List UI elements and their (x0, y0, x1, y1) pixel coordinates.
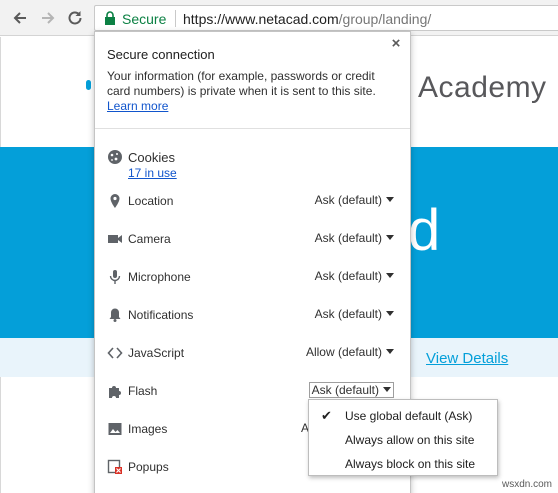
bubble-title: Secure connection (107, 47, 215, 62)
permission-value: Ask (default) (314, 193, 382, 207)
chevron-down-icon (386, 349, 394, 355)
permission-select-notifications[interactable]: Ask (default) (315, 307, 394, 321)
permission-label: JavaScript (128, 346, 185, 360)
view-details-link[interactable]: View Details (426, 350, 508, 367)
permission-label: Flash (128, 384, 158, 398)
reload-icon[interactable] (65, 8, 85, 28)
chevron-down-icon (386, 235, 394, 241)
permission-row-notifications: Notifications Ask (default) (95, 304, 410, 328)
url-path: /group/landing/ (338, 11, 432, 27)
permission-select-location[interactable]: Ask (default) (315, 193, 394, 207)
permission-label: Microphone (128, 270, 191, 284)
camera-icon (107, 231, 123, 247)
url-domain: https://www.netacad.com (183, 11, 339, 27)
cookie-icon (107, 149, 123, 165)
location-pin-icon (107, 193, 123, 209)
secure-label[interactable]: Secure (122, 11, 166, 27)
url-text[interactable]: https://www.netacad.com/group/landing/ (183, 11, 431, 27)
microphone-icon (107, 269, 123, 285)
permission-select-camera[interactable]: Ask (default) (315, 231, 394, 245)
close-icon[interactable]: × (388, 36, 404, 52)
description-text: Your information (for example, passwords… (107, 69, 376, 98)
permission-value: Ask (default) (314, 231, 382, 245)
back-arrow-icon[interactable] (10, 8, 30, 28)
bubble-description: Your information (for example, passwords… (107, 69, 397, 114)
flash-permission-dropdown: ✔ Use global default (Ask) Always allow … (308, 399, 498, 476)
cookies-in-use-link[interactable]: 17 in use (128, 166, 177, 180)
permission-row-location: Location Ask (default) (95, 190, 410, 214)
permission-row-microphone: Microphone Ask (default) (95, 266, 410, 290)
permission-value: Allow (default) (305, 345, 382, 359)
dropdown-option-label: Always allow on this site (345, 433, 475, 447)
bell-icon (107, 307, 123, 323)
logo-mark (86, 80, 91, 90)
chevron-down-icon (386, 311, 394, 317)
watermark: wsxdn.com (501, 479, 552, 490)
image-icon (107, 421, 123, 437)
permission-value: Ask (default) (314, 307, 382, 321)
chevron-down-icon (386, 273, 394, 279)
code-brackets-icon (107, 345, 123, 361)
permission-value: Ask (default) (314, 269, 382, 283)
permission-select-flash[interactable]: Ask (default) (308, 382, 394, 398)
learn-more-link[interactable]: Learn more (107, 99, 168, 114)
chevron-down-icon (383, 387, 391, 393)
dropdown-option-label: Always block on this site (345, 457, 476, 471)
site-logo-text: Academy (418, 71, 547, 104)
cookies-row: Cookies 17 in use (95, 146, 410, 186)
dropdown-option-always-block[interactable]: Always block on this site (309, 452, 497, 476)
forward-arrow-icon[interactable] (38, 8, 58, 28)
permission-select-microphone[interactable]: Ask (default) (315, 269, 394, 283)
divider (95, 128, 410, 129)
popup-blocked-icon (107, 459, 123, 475)
dropdown-option-always-allow[interactable]: Always allow on this site (309, 428, 497, 452)
permission-label: Popups (128, 460, 169, 474)
checkmark-icon: ✔ (321, 408, 332, 423)
permission-select-javascript[interactable]: Allow (default) (306, 345, 394, 359)
permission-value: Ask (default) (311, 383, 379, 397)
dropdown-option-label: Use global default (Ask) (345, 409, 473, 423)
chevron-down-icon (386, 197, 394, 203)
permission-label: Camera (128, 232, 171, 246)
permission-label: Images (128, 422, 168, 436)
cookies-label: Cookies (128, 150, 175, 165)
puzzle-piece-icon (107, 383, 123, 399)
lock-icon[interactable] (103, 11, 117, 31)
permission-label: Notifications (128, 308, 194, 322)
hero-heading: d (408, 198, 441, 263)
address-bar[interactable]: Secure https://www.netacad.com/group/lan… (94, 5, 558, 31)
permission-label: Location (128, 194, 174, 208)
permission-row-javascript: JavaScript Allow (default) (95, 342, 410, 366)
omnibox-divider (175, 10, 176, 27)
dropdown-option-use-default[interactable]: ✔ Use global default (Ask) (309, 404, 497, 428)
permission-row-camera: Camera Ask (default) (95, 228, 410, 252)
